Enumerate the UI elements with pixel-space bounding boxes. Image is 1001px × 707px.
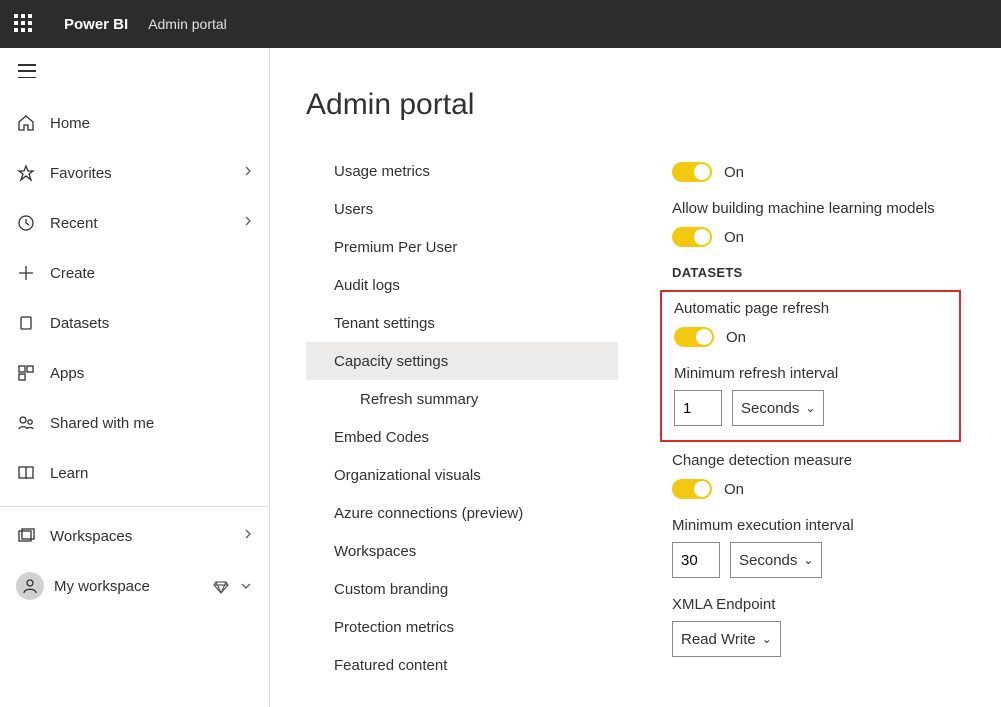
chevron-down-icon (239, 578, 253, 595)
people-icon (16, 413, 36, 433)
sidebar-item-label: Create (50, 265, 253, 282)
select-value: Seconds (741, 400, 799, 417)
settings-menu: Usage metrics Users Premium Per User Aud… (306, 152, 618, 684)
hamburger-icon (18, 64, 36, 78)
sidebar-item-learn[interactable]: Learn (0, 448, 269, 498)
sidebar-item-create[interactable]: Create (0, 248, 269, 298)
page-title: Admin portal (306, 88, 1001, 122)
sidebar-item-label: Home (50, 115, 253, 132)
settings-item-audit-logs[interactable]: Audit logs (306, 266, 618, 304)
highlight-annotation: Automatic page refresh On Minimum refres… (660, 290, 961, 442)
select-value: Seconds (739, 552, 797, 569)
book-icon (16, 463, 36, 483)
toggle-switch[interactable] (674, 327, 714, 347)
sidebar-item-label: Workspaces (50, 528, 243, 545)
settings-item-workspaces[interactable]: Workspaces (306, 532, 618, 570)
topbar: Power BI Admin portal (0, 0, 1001, 48)
toggle-label: On (726, 329, 746, 346)
settings-subitem-refresh-summary[interactable]: Refresh summary (306, 380, 618, 418)
toggle-switch[interactable] (672, 227, 712, 247)
sidebar-item-home[interactable]: Home (0, 98, 269, 148)
sidebar-item-label: Datasets (50, 315, 253, 332)
plus-icon (16, 263, 36, 283)
min-exec-input[interactable] (672, 542, 720, 578)
toggle-label: On (724, 229, 744, 246)
min-exec-unit-select[interactable]: Seconds ⌄ (730, 542, 822, 578)
sidebar-item-label: Learn (50, 465, 253, 482)
allow-ml-label: Allow building machine learning models (672, 200, 1001, 217)
sidebar-item-label: Recent (50, 215, 243, 232)
settings-item-protection-metrics[interactable]: Protection metrics (306, 608, 618, 646)
min-exec-label: Minimum execution interval (672, 517, 1001, 534)
chevron-right-icon (243, 527, 253, 545)
change-detect-label: Change detection measure (672, 452, 1001, 469)
min-refresh-unit-select[interactable]: Seconds ⌄ (732, 390, 824, 426)
workspaces-icon (16, 526, 36, 546)
toggle-label: On (724, 164, 744, 181)
xmla-endpoint-select[interactable]: Read Write ⌄ (672, 621, 781, 657)
sidebar-item-apps[interactable]: Apps (0, 348, 269, 398)
sidebar-item-workspaces[interactable]: Workspaces (0, 511, 269, 561)
database-icon (16, 313, 36, 333)
settings-item-embed-codes[interactable]: Embed Codes (306, 418, 618, 456)
star-icon (16, 163, 36, 183)
chevron-down-icon: ⌄ (803, 553, 813, 567)
home-icon (16, 113, 36, 133)
settings-item-capacity-settings[interactable]: Capacity settings (306, 342, 618, 380)
content: Admin portal Usage metrics Users Premium… (270, 48, 1001, 707)
settings-item-custom-branding[interactable]: Custom branding (306, 570, 618, 608)
settings-item-users[interactable]: Users (306, 190, 618, 228)
sidebar-item-my-workspace[interactable]: My workspace (0, 561, 269, 611)
apps-icon (16, 363, 36, 383)
premium-diamond-icon (211, 576, 231, 596)
chevron-right-icon (243, 214, 253, 232)
settings-item-org-visuals[interactable]: Organizational visuals (306, 456, 618, 494)
nav-toggle-button[interactable] (0, 48, 269, 94)
sidebar-item-favorites[interactable]: Favorites (0, 148, 269, 198)
chevron-down-icon: ⌄ (805, 401, 815, 415)
app-launcher-icon[interactable] (14, 14, 34, 34)
sidebar-item-label: My workspace (54, 578, 211, 595)
auto-refresh-label: Automatic page refresh (674, 300, 947, 317)
xmla-label: XMLA Endpoint (672, 596, 1001, 613)
sidebar: Home Favorites Recent Create Datasets (0, 48, 270, 707)
toggle-switch[interactable] (672, 479, 712, 499)
min-refresh-label: Minimum refresh interval (674, 365, 947, 382)
sidebar-item-label: Apps (50, 365, 253, 382)
settings-item-tenant-settings[interactable]: Tenant settings (306, 304, 618, 342)
sidebar-item-label: Shared with me (50, 415, 253, 432)
datasets-section-header: DATASETS (672, 265, 1001, 280)
select-value: Read Write (681, 631, 756, 648)
portal-label: Admin portal (148, 16, 227, 32)
clock-icon (16, 213, 36, 233)
chevron-right-icon (243, 164, 253, 182)
settings-item-featured-content[interactable]: Featured content (306, 646, 618, 684)
settings-item-azure-connections[interactable]: Azure connections (preview) (306, 494, 618, 532)
settings-item-premium-per-user[interactable]: Premium Per User (306, 228, 618, 266)
sidebar-item-recent[interactable]: Recent (0, 198, 269, 248)
sidebar-item-datasets[interactable]: Datasets (0, 298, 269, 348)
brand-label: Power BI (64, 16, 128, 33)
toggle-switch[interactable] (672, 162, 712, 182)
avatar (16, 572, 44, 600)
sidebar-item-shared[interactable]: Shared with me (0, 398, 269, 448)
settings-pane: On Allow building machine learning model… (618, 152, 1001, 684)
sidebar-item-label: Favorites (50, 165, 243, 182)
chevron-down-icon: ⌄ (762, 632, 772, 646)
min-refresh-input[interactable] (674, 390, 722, 426)
divider (0, 506, 269, 507)
settings-item-usage-metrics[interactable]: Usage metrics (306, 152, 618, 190)
toggle-label: On (724, 481, 744, 498)
